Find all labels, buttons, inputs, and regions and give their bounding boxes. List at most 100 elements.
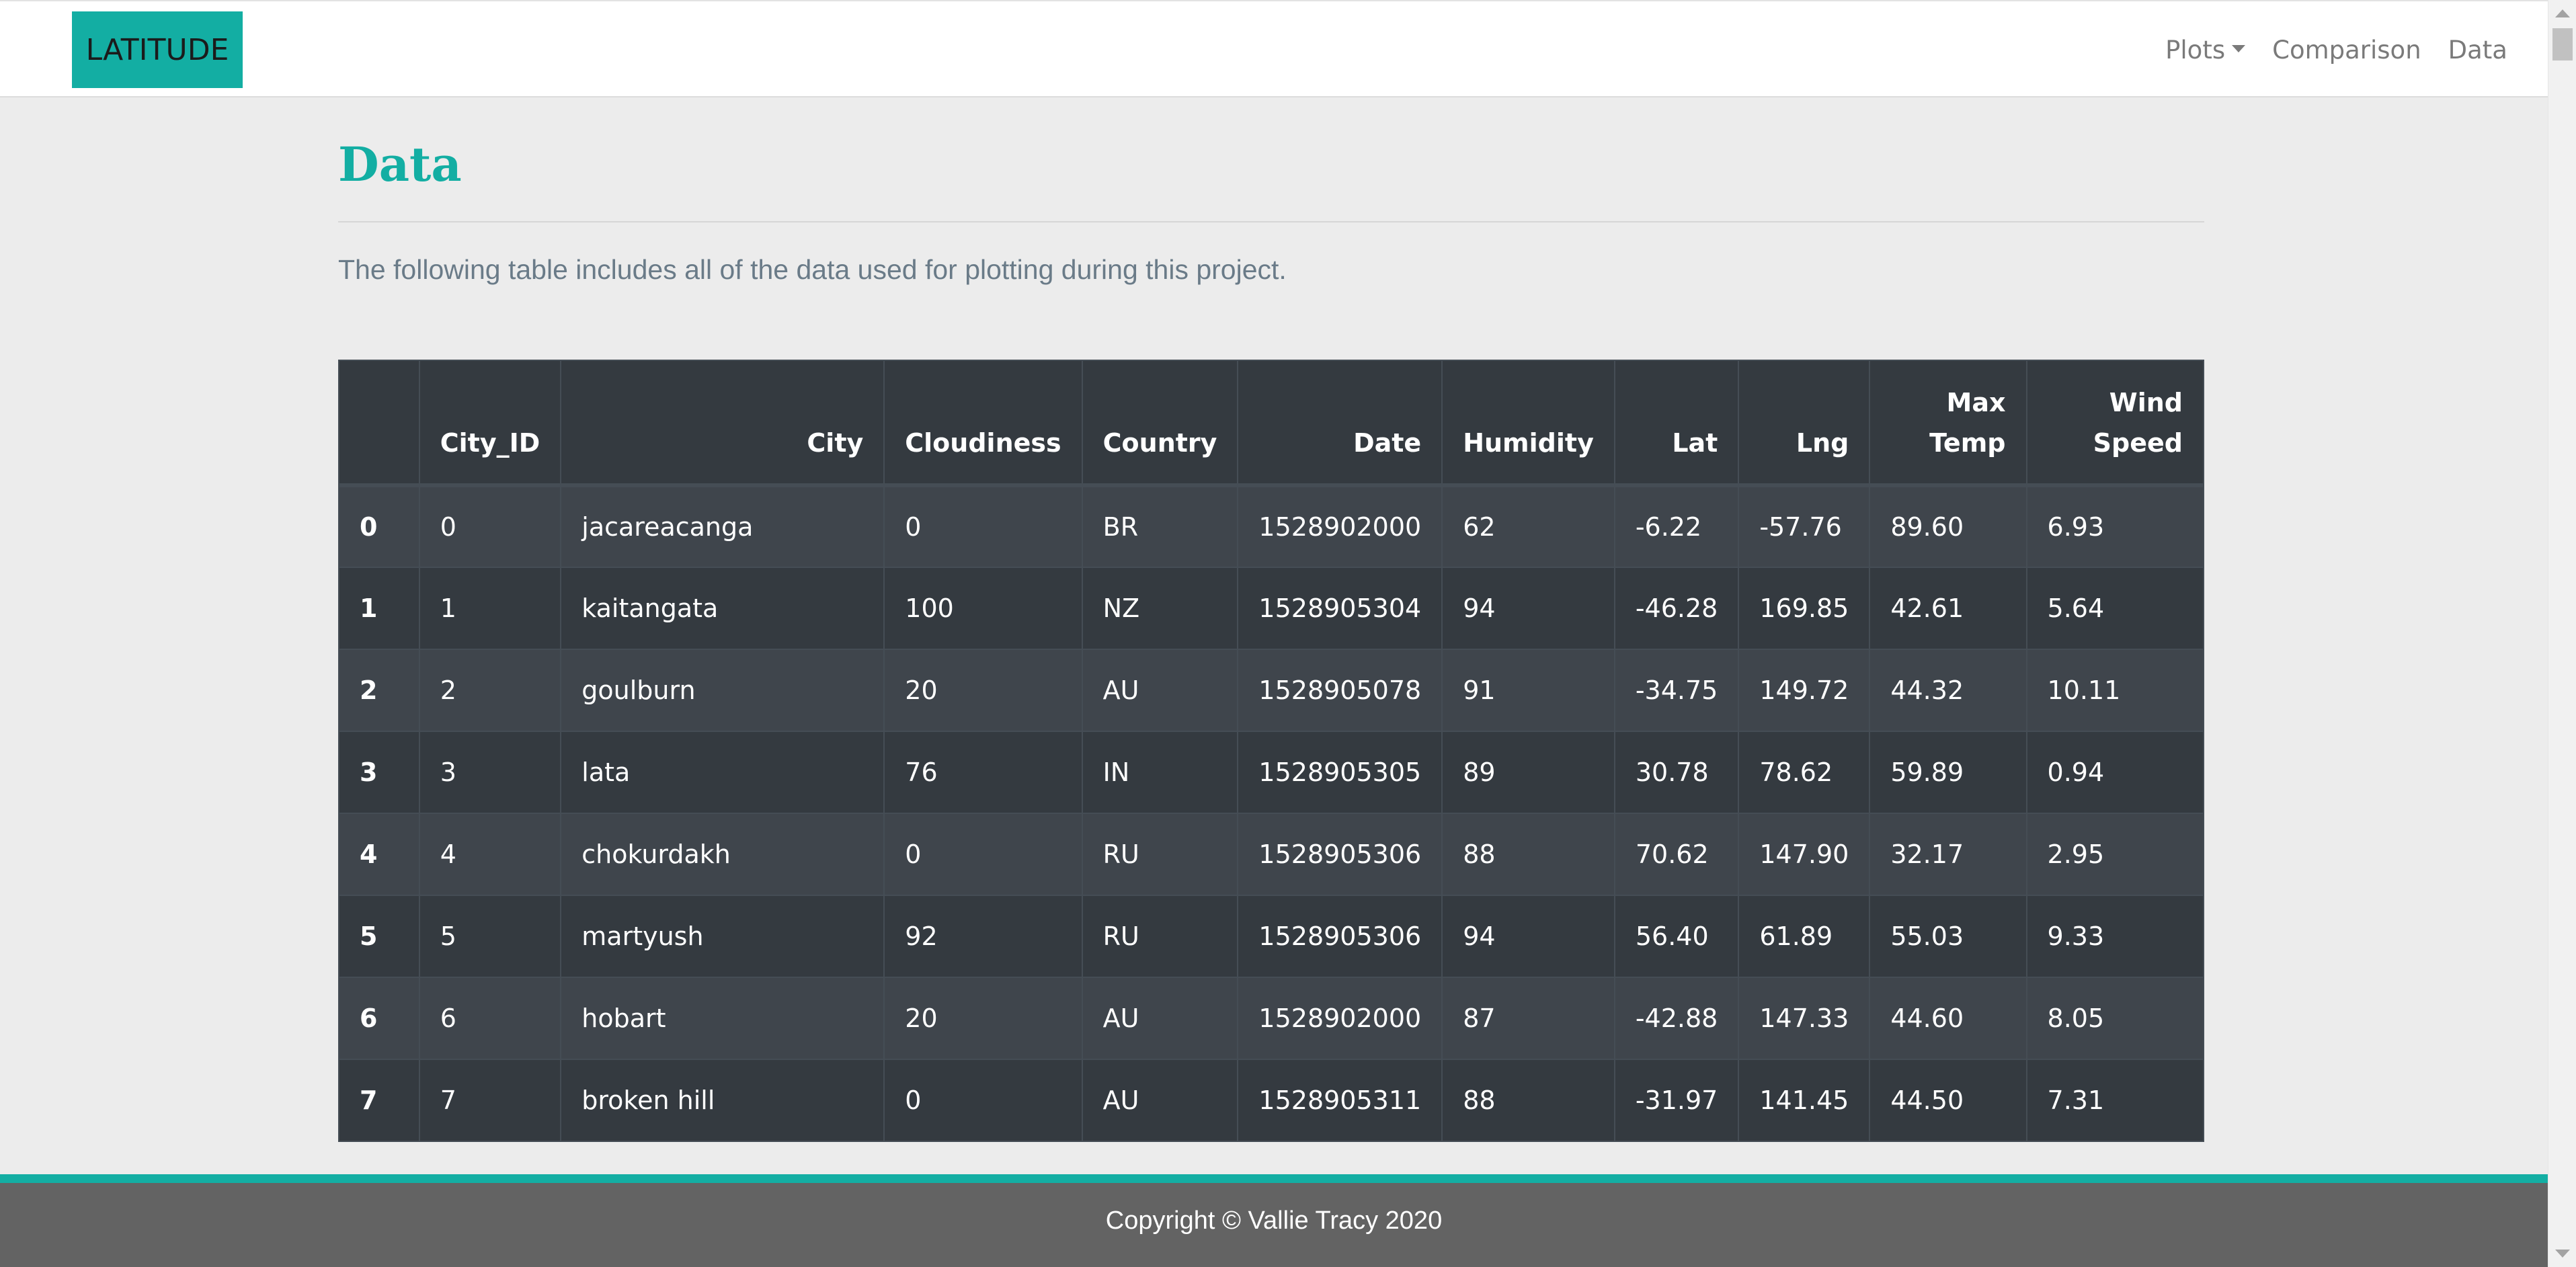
max-temp-cell: 44.32 [1869,649,2027,732]
lng-cell: 149.72 [1738,649,1871,732]
column-header-city: City [560,360,885,487]
city-id-cell: 1 [418,567,562,650]
row-index-cell: 6 [338,977,420,1060]
lat-cell: -46.28 [1613,567,1740,650]
city-id-cell: 6 [418,977,562,1060]
wind-speed-cell: 8.05 [2025,977,2204,1060]
city-id-cell: 7 [418,1059,562,1142]
wind-speed-cell: 9.33 [2025,895,2204,978]
column-header-lng: Lng [1738,360,1871,487]
table-row: 1 1 kaitangata 100 NZ 1528905304 94 -46.… [338,567,2204,650]
date-cell: 1528905306 [1237,813,1443,896]
country-cell: RU [1081,813,1239,896]
lat-cell: -31.97 [1613,1059,1740,1142]
max-temp-cell: 44.50 [1869,1059,2027,1142]
column-header-wind-speed: Wind Speed [2025,360,2204,487]
date-cell: 1528905305 [1237,731,1443,814]
wind-speed-cell: 0.94 [2025,731,2204,814]
table-row: 4 4 chokurdakh 0 RU 1528905306 88 70.62 … [338,813,2204,896]
table-row: 0 0 jacareacanga 0 BR 1528902000 62 -6.2… [338,485,2204,568]
column-header-max-temp: Max Temp [1869,360,2027,487]
column-header-index [338,360,420,487]
date-cell: 1528905304 [1237,567,1443,650]
row-index-cell: 5 [338,895,420,978]
max-temp-cell: 44.60 [1869,977,2027,1060]
nav-comparison-link[interactable]: Comparison [2272,36,2421,65]
cloudiness-cell: 20 [883,649,1083,732]
cloudiness-cell: 76 [883,731,1083,814]
nav-plots-label: Plots [2165,36,2226,65]
lat-cell: -34.75 [1613,649,1740,732]
wind-speed-cell: 6.93 [2025,485,2204,568]
city-id-cell: 2 [418,649,562,732]
cloudiness-cell: 0 [883,485,1083,568]
lng-cell: 78.62 [1738,731,1871,814]
max-temp-cell: 55.03 [1869,895,2027,978]
table-body: 0 0 jacareacanga 0 BR 1528902000 62 -6.2… [338,485,2204,1142]
humidity-cell: 94 [1441,567,1615,650]
nav-links: Plots Comparison Data [2165,1,2507,99]
scrollbar-thumb[interactable] [2552,28,2573,60]
date-cell: 1528902000 [1237,485,1443,568]
max-temp-cell: 59.89 [1869,731,2027,814]
data-table-container[interactable]: City_ID City Cloudiness Country Date Hum… [338,360,2204,1178]
row-index-cell: 2 [338,649,420,732]
city-id-cell: 4 [418,813,562,896]
date-cell: 1528905306 [1237,895,1443,978]
column-header-country: Country [1081,360,1239,487]
row-index-cell: 1 [338,567,420,650]
column-header-humidity: Humidity [1441,360,1615,487]
caret-down-icon [2232,45,2246,52]
table-header-row: City_ID City Cloudiness Country Date Hum… [338,360,2204,487]
city-cell: broken hill [560,1059,885,1142]
lng-cell: 141.45 [1738,1059,1871,1142]
date-cell: 1528902000 [1237,977,1443,1060]
humidity-cell: 88 [1441,1059,1615,1142]
table-row: 2 2 goulburn 20 AU 1528905078 91 -34.75 … [338,649,2204,732]
city-cell: goulburn [560,649,885,732]
lat-cell: 70.62 [1613,813,1740,896]
brand-logo-link[interactable]: LATITUDE [72,11,243,88]
row-index-cell: 3 [338,731,420,814]
scroll-up-arrow-icon[interactable] [2555,9,2570,17]
city-cell: chokurdakh [560,813,885,896]
page-scrollbar[interactable] [2548,0,2576,1267]
lng-cell: 147.33 [1738,977,1871,1060]
lat-cell: -42.88 [1613,977,1740,1060]
column-header-city-id: City_ID [418,360,562,487]
column-header-cloudiness: Cloudiness [883,360,1083,487]
table-row: 6 6 hobart 20 AU 1528902000 87 -42.88 14… [338,977,2204,1060]
wind-speed-cell: 5.64 [2025,567,2204,650]
cloudiness-cell: 0 [883,1059,1083,1142]
data-table: City_ID City Cloudiness Country Date Hum… [338,360,2204,1142]
nav-plots-dropdown[interactable]: Plots [2165,36,2246,65]
scroll-down-arrow-icon[interactable] [2555,1250,2570,1258]
navbar: LATITUDE Plots Comparison Data [0,0,2548,97]
humidity-cell: 62 [1441,485,1615,568]
title-divider [338,221,2204,222]
country-cell: IN [1081,731,1239,814]
city-cell: martyush [560,895,885,978]
lng-cell: 147.90 [1738,813,1871,896]
date-cell: 1528905078 [1237,649,1443,732]
table-row: 7 7 broken hill 0 AU 1528905311 88 -31.9… [338,1059,2204,1142]
humidity-cell: 91 [1441,649,1615,732]
country-cell: AU [1081,649,1239,732]
cloudiness-cell: 0 [883,813,1083,896]
wind-speed-cell: 2.95 [2025,813,2204,896]
row-index-cell: 7 [338,1059,420,1142]
country-cell: NZ [1081,567,1239,650]
footer: Copyright © Vallie Tracy 2020 [0,1174,2548,1267]
nav-data-link[interactable]: Data [2448,36,2507,65]
lat-cell: 56.40 [1613,895,1740,978]
country-cell: BR [1081,485,1239,568]
humidity-cell: 89 [1441,731,1615,814]
wind-speed-cell: 7.31 [2025,1059,2204,1142]
humidity-cell: 88 [1441,813,1615,896]
city-cell: kaitangata [560,567,885,650]
humidity-cell: 94 [1441,895,1615,978]
max-temp-cell: 42.61 [1869,567,2027,650]
column-header-date: Date [1237,360,1443,487]
wind-speed-cell: 10.11 [2025,649,2204,732]
cloudiness-cell: 92 [883,895,1083,978]
